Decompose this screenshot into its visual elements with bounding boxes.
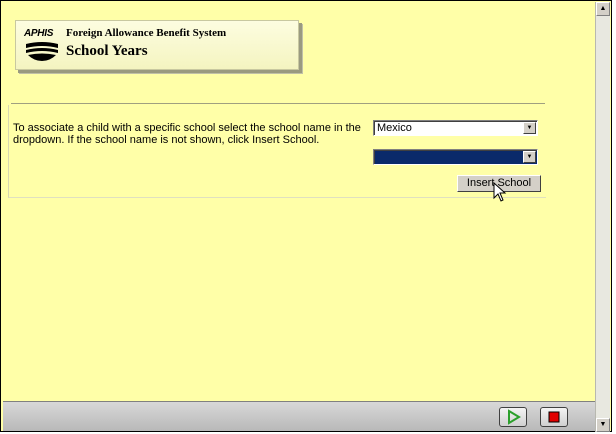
vertical-scrollbar[interactable]: ▲ ▼	[595, 2, 610, 432]
country-select-value: Mexico	[377, 122, 412, 134]
school-select[interactable]: ▼	[373, 149, 538, 165]
mouse-cursor-icon	[493, 182, 507, 202]
aphis-logo-icon: APHIS	[24, 28, 60, 62]
content-area: APHIS Foreign Allowance Benefit System S…	[3, 3, 595, 401]
play-icon	[508, 409, 521, 425]
app-window: APHIS Foreign Allowance Benefit System S…	[0, 0, 612, 432]
country-select[interactable]: Mexico ▼	[373, 120, 538, 136]
page-title: School Years	[66, 43, 148, 59]
stop-icon	[548, 411, 560, 423]
scroll-down-button[interactable]: ▼	[596, 418, 610, 432]
scroll-up-button[interactable]: ▲	[596, 2, 610, 16]
chevron-down-icon[interactable]: ▼	[523, 122, 536, 134]
header-panel: APHIS Foreign Allowance Benefit System S…	[15, 20, 299, 70]
footer-toolbar	[3, 401, 595, 431]
play-button[interactable]	[499, 407, 527, 427]
chevron-down-icon[interactable]: ▼	[523, 151, 536, 163]
app-title: Foreign Allowance Benefit System	[66, 27, 227, 39]
divider	[11, 103, 545, 104]
stop-button[interactable]	[540, 407, 568, 427]
instructions-text: To associate a child with a specific sch…	[13, 122, 361, 146]
